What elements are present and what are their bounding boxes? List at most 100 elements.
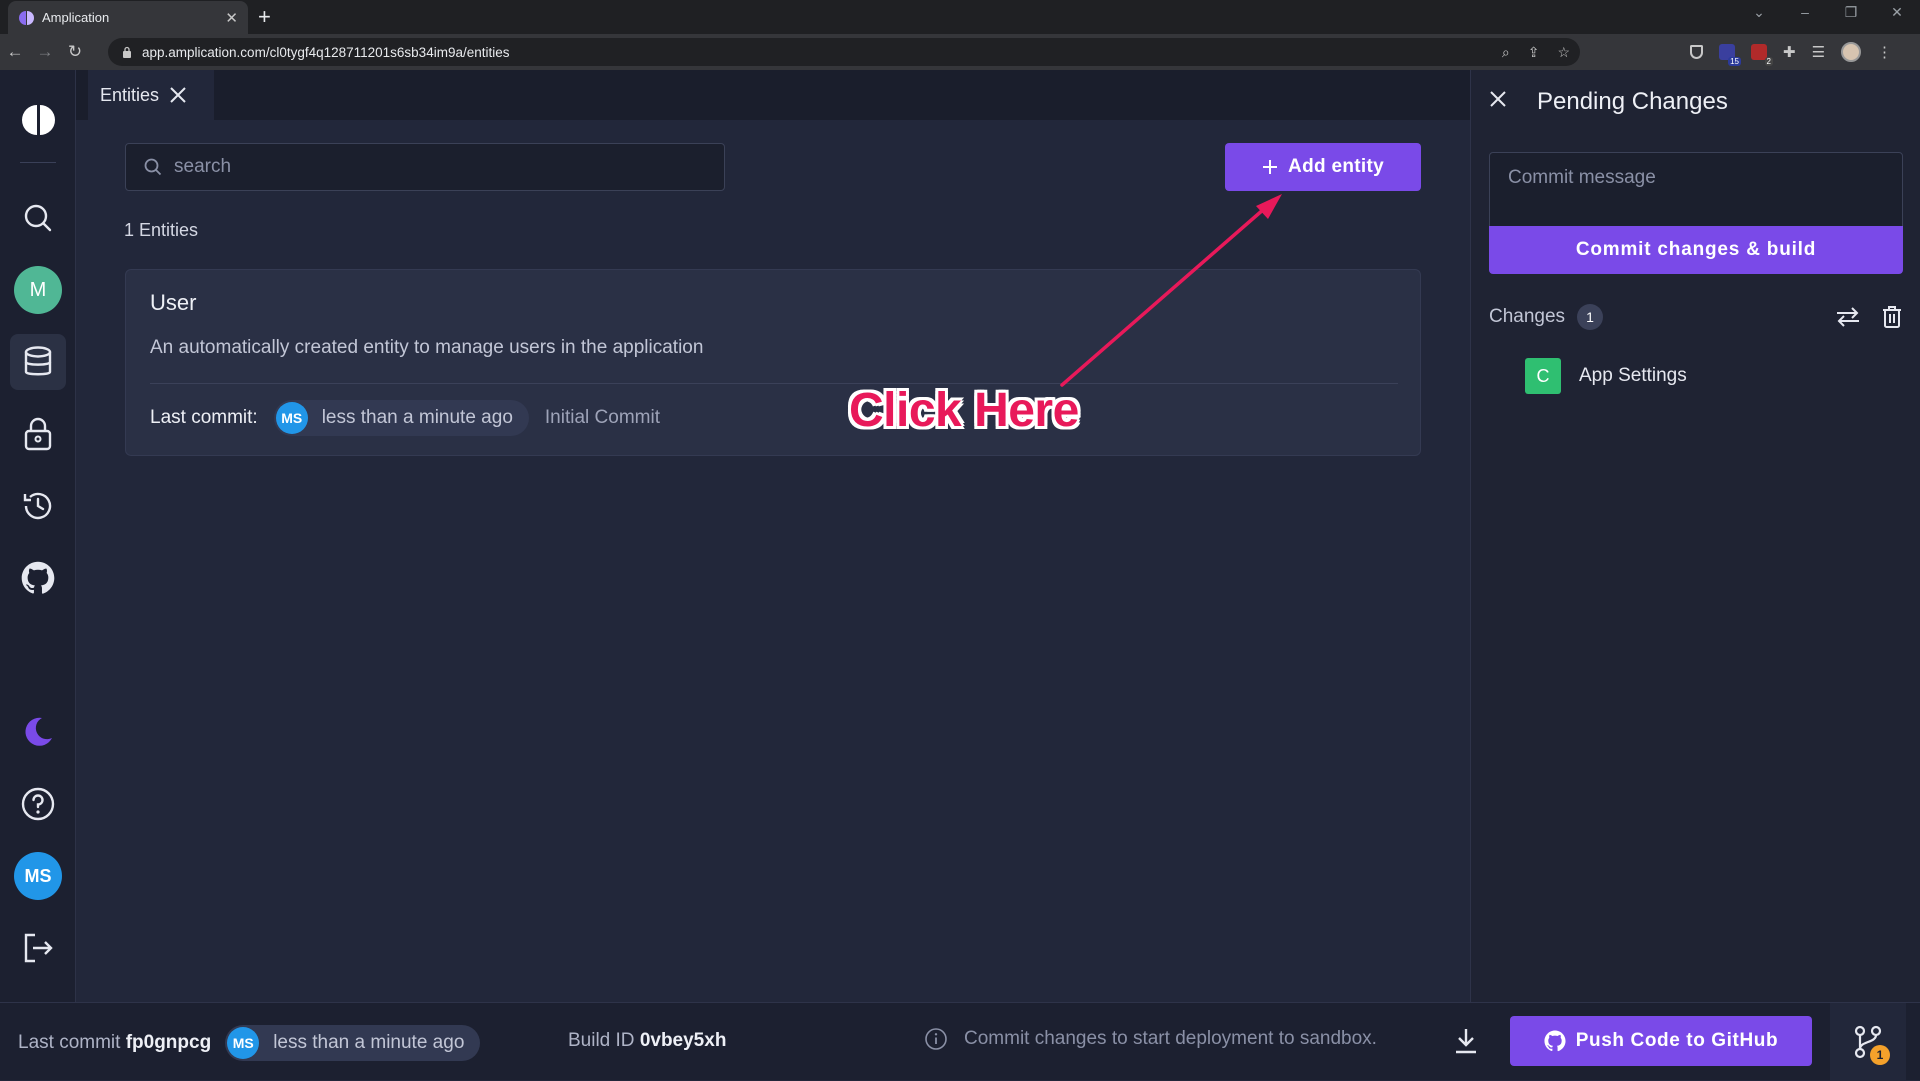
panel-title: Pending Changes (1537, 88, 1728, 115)
deployment-info-text: Commit changes to start deployment to sa… (964, 1028, 1377, 1049)
commit-message-field[interactable] (1489, 152, 1903, 228)
info-icon (925, 1028, 947, 1050)
user-profile-button[interactable]: MS (10, 848, 66, 904)
history-icon (23, 492, 52, 520)
last-commit-label: Last commit: (150, 407, 258, 428)
window-controls: ⌄ – ❐ ✕ (1736, 4, 1920, 21)
shield-extension-icon[interactable] (1690, 45, 1703, 59)
add-entity-label: Add entity (1288, 156, 1384, 177)
profile-avatar[interactable] (1841, 42, 1862, 62)
entity-name[interactable]: User (150, 290, 196, 316)
extension-icon-blue[interactable]: 15 (1719, 44, 1741, 66)
push-button-label: Push Code to GitHub (1575, 1030, 1779, 1051)
close-window-icon[interactable]: ✕ (1874, 4, 1920, 21)
avatar: MS (275, 402, 308, 434)
build-label: Build ID (568, 1030, 635, 1051)
search-nav-button[interactable] (10, 190, 66, 246)
changes-count-badge: 1 (1577, 304, 1604, 330)
lock-icon (123, 46, 131, 58)
tab-entities-label: Entities (100, 84, 160, 105)
browser-menu-icon[interactable]: ⋮ (1877, 43, 1892, 61)
url-text: app.amplication.com/cl0tygf4q128711201s6… (142, 44, 510, 60)
entity-count: 1 Entities (124, 220, 199, 240)
pending-changes-panel: Pending Changes Commit changes & build C… (1470, 70, 1920, 1002)
reload-icon[interactable]: ↻ (60, 42, 90, 62)
workspace-nav-button[interactable]: M (10, 262, 66, 318)
theme-toggle-button[interactable] (10, 704, 66, 760)
moon-icon (25, 717, 52, 746)
nav-divider (20, 162, 56, 163)
database-icon (24, 346, 52, 376)
add-entity-button[interactable]: Add entity (1225, 143, 1421, 191)
card-divider (150, 383, 1398, 384)
left-navigation: M MS (0, 70, 76, 1002)
restore-icon[interactable]: ❐ (1828, 4, 1874, 21)
extension-icon-red[interactable]: 2 (1751, 44, 1773, 66)
amplication-logo-icon[interactable] (10, 92, 66, 148)
trash-icon[interactable] (1881, 305, 1903, 329)
bookmark-star-icon[interactable]: ☆ (1557, 44, 1570, 61)
commit-message: Initial Commit (544, 407, 660, 428)
browser-tab-title: Amplication (42, 10, 110, 25)
page-tabbar (76, 70, 1470, 120)
browser-toolbar: ← → ↻ app.amplication.com/cl0tygf4q12871… (0, 34, 1920, 70)
footer-last-commit-label: Last commit (18, 1032, 121, 1053)
roles-nav-button[interactable] (10, 406, 66, 462)
puzzle-extensions-icon[interactable]: ✚ (1783, 43, 1796, 61)
extensions-area: 15 2 ✚ ☰ ⋮ (1690, 42, 1892, 66)
address-bar[interactable]: app.amplication.com/cl0tygf4q128711201s6… (108, 38, 1580, 66)
avatar: MS (227, 1027, 260, 1059)
click-here-annotation: Click Here (849, 384, 1079, 437)
close-icon[interactable] (169, 86, 187, 104)
search-input[interactable] (174, 156, 694, 178)
tab-entities[interactable]: Entities (88, 70, 214, 120)
reading-list-icon[interactable]: ☰ (1812, 43, 1825, 61)
app-root: M MS Entities search Add entity 1 Entiti… (0, 70, 1920, 1081)
new-tab-icon[interactable]: + (258, 4, 271, 30)
logout-button[interactable] (10, 920, 66, 976)
github-icon (21, 561, 55, 594)
browser-tab[interactable]: Amplication ✕ (8, 1, 248, 34)
lock-icon (24, 417, 52, 451)
plus-icon (1263, 160, 1278, 174)
tab-search-icon[interactable]: ⌄ (1736, 4, 1782, 21)
status-bar: Last commit fp0gnpcg MS less than a minu… (0, 1002, 1920, 1081)
close-icon[interactable] (1489, 90, 1507, 108)
commit-id[interactable]: fp0gnpcg (126, 1032, 212, 1053)
share-icon[interactable]: ⇪ (1528, 44, 1540, 61)
compare-icon[interactable] (1835, 306, 1861, 328)
pending-changes-toggle[interactable]: 1 (1830, 1003, 1906, 1081)
close-tab-icon[interactable]: ✕ (225, 9, 238, 27)
help-nav-button[interactable] (10, 776, 66, 832)
commit-message-input[interactable] (1508, 167, 1884, 213)
minimize-icon[interactable]: – (1782, 4, 1828, 21)
logout-icon (24, 933, 53, 963)
entities-nav-button[interactable] (10, 334, 66, 390)
download-icon[interactable] (1453, 1027, 1479, 1055)
build-id-value[interactable]: 0vbey5xh (640, 1030, 727, 1051)
changes-header: Changes 1 (1489, 304, 1903, 330)
workspace-avatar: M (14, 266, 62, 314)
entity-card[interactable]: User An automatically created entity to … (125, 269, 1421, 456)
zoom-icon[interactable]: ⌕ (1502, 44, 1510, 61)
list-item[interactable]: C App Settings (1525, 358, 1687, 394)
footer-last-commit: Last commit fp0gnpcg MS less than a minu… (18, 1025, 481, 1061)
change-label: App Settings (1579, 365, 1687, 386)
extension-badge: 2 (1764, 57, 1773, 66)
forward-icon[interactable]: → (30, 42, 60, 62)
entity-search[interactable] (125, 143, 725, 191)
help-icon (21, 787, 55, 821)
github-nav-button[interactable] (10, 550, 66, 606)
back-icon[interactable]: ← (0, 42, 30, 62)
footer-commit-time: less than a minute ago (273, 1032, 465, 1053)
footer-author-chip: MS less than a minute ago (225, 1025, 481, 1061)
push-to-github-button[interactable]: Push Code to GitHub (1510, 1016, 1812, 1066)
footer-last-commit-text: Last commit fp0gnpcg (18, 1032, 211, 1054)
history-nav-button[interactable] (10, 478, 66, 534)
extension-badge: 15 (1728, 57, 1741, 66)
github-icon (1544, 1030, 1566, 1052)
commit-build-button[interactable]: Commit changes & build (1489, 226, 1903, 274)
change-type-badge: C (1525, 358, 1561, 394)
search-icon (144, 158, 162, 176)
search-icon (24, 204, 52, 232)
